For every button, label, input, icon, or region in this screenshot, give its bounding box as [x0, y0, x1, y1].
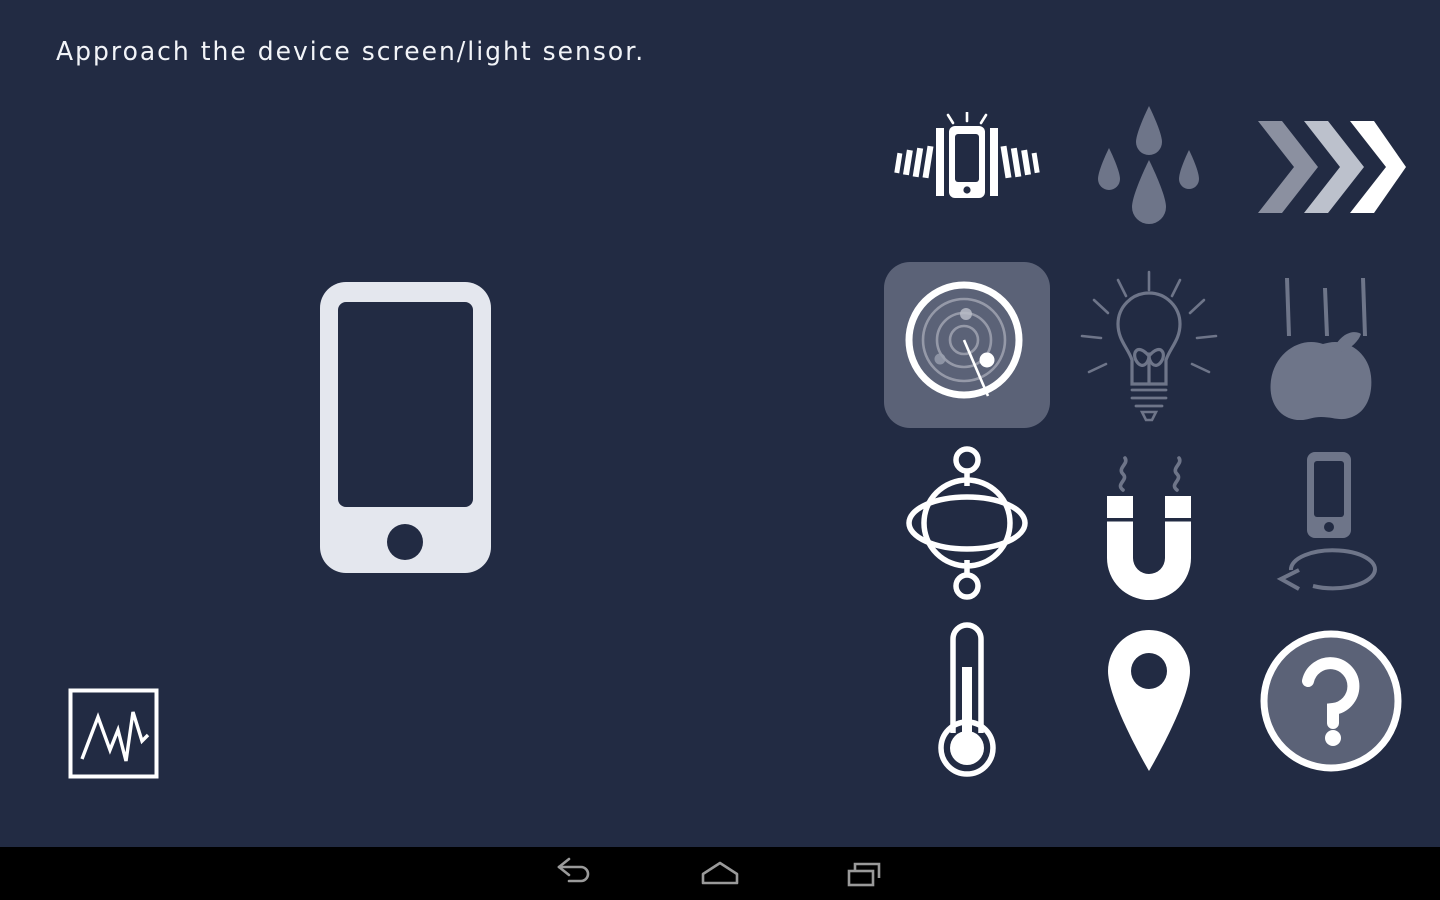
nav-home-icon[interactable] [665, 847, 775, 900]
sensor-item-acceleration[interactable] [1240, 78, 1422, 256]
water-drops-icon [1069, 87, 1229, 247]
vibrating-phone-icon [887, 87, 1047, 247]
content-area: Approach the device screen/light sensor. [0, 0, 1440, 847]
device-rotation-icon [1251, 443, 1411, 603]
sensor-item-gyroscope[interactable] [876, 434, 1058, 612]
sensor-item-light[interactable] [1058, 256, 1240, 434]
sensor-item-proximity[interactable] [876, 256, 1058, 434]
gyroscope-icon [887, 443, 1047, 603]
nav-back-icon[interactable] [520, 847, 630, 900]
question-mark-icon [1251, 621, 1411, 781]
nav-recent-apps-icon[interactable] [810, 847, 920, 900]
sensor-item-help[interactable] [1240, 612, 1422, 790]
thermometer-icon [887, 621, 1047, 781]
instruction-text: Approach the device screen/light sensor. [56, 36, 646, 67]
smartphone-illustration [318, 280, 493, 575]
proximity-radar-icon [887, 265, 1047, 425]
location-pin-icon [1069, 621, 1229, 781]
graph-view-button[interactable] [68, 688, 159, 779]
sensor-item-vibration[interactable] [876, 78, 1058, 256]
android-navigation-bar [0, 847, 1440, 900]
sensor-item-location[interactable] [1058, 612, 1240, 790]
chevrons-icon [1251, 87, 1411, 247]
sensor-item-magnetometer[interactable] [1058, 434, 1240, 612]
falling-apple-icon [1251, 265, 1411, 425]
sensor-item-humidity[interactable] [1058, 78, 1240, 256]
app-root: Approach the device screen/light sensor. [0, 0, 1440, 900]
sensor-grid [876, 78, 1420, 790]
sensor-item-temperature[interactable] [876, 612, 1058, 790]
sensor-item-rotation[interactable] [1240, 434, 1422, 612]
light-bulb-icon [1069, 265, 1229, 425]
magnet-icon [1069, 443, 1229, 603]
sensor-item-gravity[interactable] [1240, 256, 1422, 434]
